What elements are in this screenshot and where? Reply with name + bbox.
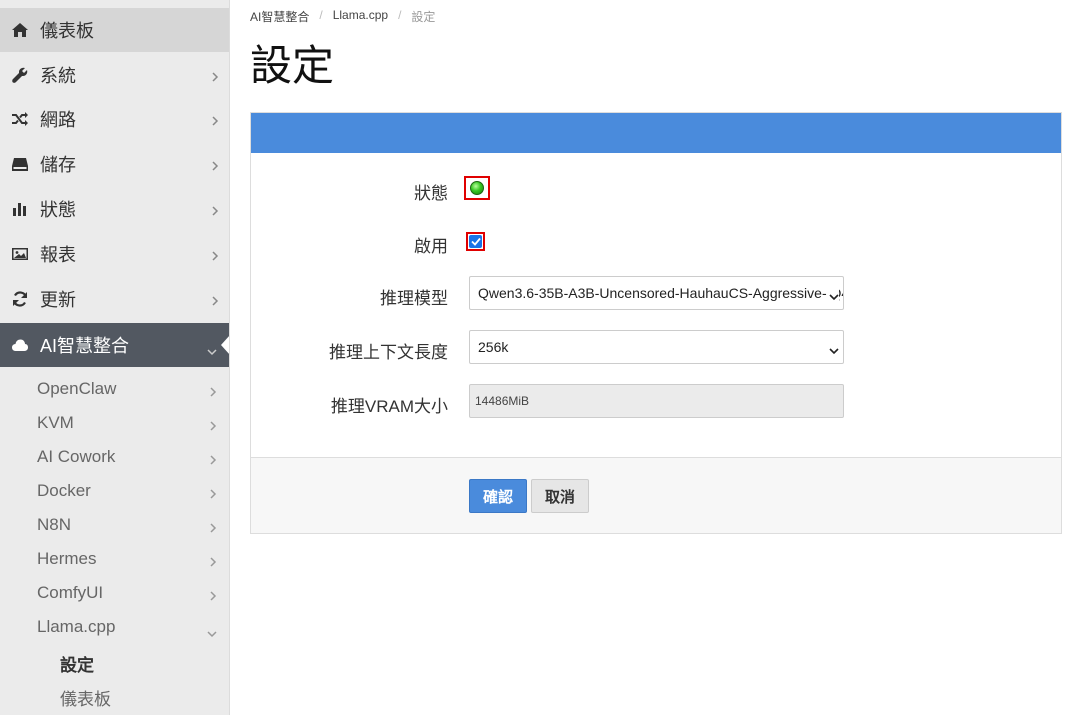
sidebar-subitem-ai-cowork[interactable]: AI Cowork: [37, 447, 227, 467]
sidebar-subitem-llama-settings[interactable]: 設定: [60, 651, 94, 676]
cancel-button[interactable]: 取消: [531, 479, 589, 513]
panel-header: [251, 113, 1061, 153]
sidebar-item-system[interactable]: 系統: [0, 53, 229, 97]
context-label: 推理上下文長度: [329, 343, 448, 362]
chevron-right-icon: [211, 246, 219, 267]
breadcrumb-link-ai[interactable]: AI智慧整合: [250, 8, 309, 25]
shuffle-icon: [10, 111, 30, 127]
sidebar-subitem-comfyui[interactable]: ComfyUI: [37, 583, 227, 603]
sidebar-subitem-hermes[interactable]: Hermes: [37, 549, 227, 569]
sidebar-subitem-openclaw[interactable]: OpenClaw: [37, 379, 227, 399]
enable-checkbox[interactable]: [466, 232, 485, 251]
model-select[interactable]: Qwen3.6-35B-A3B-Uncensored-HauhauCS-Aggr…: [469, 276, 844, 310]
checkmark-icon: [469, 235, 482, 248]
sidebar-subitem-n8n[interactable]: N8N: [37, 515, 227, 535]
status-label: 狀態: [414, 184, 448, 203]
breadcrumb-separator: /: [398, 8, 402, 22]
chevron-right-icon: [209, 553, 217, 573]
wrench-icon: [10, 66, 30, 84]
page-title: 設定: [250, 42, 335, 89]
sidebar-item-storage[interactable]: 儲存: [0, 142, 229, 186]
sidebar-item-label: 狀態: [40, 200, 76, 220]
chevron-right-icon: [209, 519, 217, 539]
bar-chart-icon: [10, 201, 30, 217]
sidebar-item-update[interactable]: 更新: [0, 277, 229, 321]
model-label: 推理模型: [380, 289, 448, 308]
chevron-down-icon: [827, 288, 839, 304]
sidebar: 儀表板 系統 網路 儲存 狀態 報表 更新 AI智慧整合 OpenClaw KV…: [0, 0, 230, 715]
settings-panel: [250, 112, 1062, 534]
sidebar-item-label: 儀表板: [40, 21, 94, 41]
status-led-icon: [470, 181, 484, 195]
vram-field: 14486MiB: [469, 384, 844, 418]
sidebar-item-label: AI智慧整合: [40, 336, 130, 356]
sidebar-subitem-kvm[interactable]: KVM: [37, 413, 227, 433]
chevron-right-icon: [211, 67, 219, 88]
home-icon: [10, 22, 30, 38]
breadcrumb-current: 設定: [411, 10, 436, 24]
refresh-icon: [10, 290, 30, 308]
chevron-down-icon: [827, 342, 839, 358]
sidebar-subitem-llama-cpp[interactable]: Llama.cpp: [37, 617, 227, 638]
cloud-icon: [10, 338, 30, 352]
breadcrumb-separator: /: [319, 8, 323, 22]
sidebar-item-label: 網路: [40, 110, 76, 130]
status-indicator: [464, 176, 490, 200]
chevron-right-icon: [211, 291, 219, 312]
sidebar-item-status[interactable]: 狀態: [0, 187, 229, 231]
panel-footer: [251, 457, 1061, 533]
sidebar-subitem-docker[interactable]: Docker: [37, 481, 227, 501]
sidebar-item-label: 報表: [40, 245, 76, 265]
vram-value: 14486MiB: [475, 394, 530, 408]
chevron-right-icon: [209, 485, 217, 505]
sidebar-item-ai[interactable]: AI智慧整合: [0, 323, 229, 367]
breadcrumb-link-llama[interactable]: Llama.cpp: [333, 8, 388, 25]
sidebar-item-reports[interactable]: 報表: [0, 232, 229, 276]
chevron-right-icon: [211, 111, 219, 132]
chevron-right-icon: [209, 451, 217, 471]
chevron-right-icon: [209, 417, 217, 437]
chevron-down-icon: [207, 623, 217, 643]
drive-icon: [10, 156, 30, 172]
context-select-value: 256k: [478, 339, 509, 355]
confirm-button[interactable]: 確認: [469, 479, 527, 513]
breadcrumb: AI智慧整合 / Llama.cpp / 設定: [250, 8, 435, 25]
chevron-right-icon: [211, 156, 219, 177]
image-icon: [10, 246, 30, 262]
model-select-value: Qwen3.6-35B-A3B-Uncensored-HauhauCS-Aggr…: [478, 285, 844, 301]
chevron-down-icon: [207, 340, 217, 361]
chevron-right-icon: [211, 201, 219, 222]
sidebar-item-label: 更新: [40, 290, 76, 310]
chevron-right-icon: [209, 587, 217, 607]
sidebar-item-label: 儲存: [40, 155, 76, 175]
chevron-right-icon: [209, 383, 217, 403]
sidebar-item-label: 系統: [40, 66, 76, 86]
vram-label: 推理VRAM大小: [330, 397, 448, 416]
context-select[interactable]: 256k: [469, 330, 844, 364]
enable-label: 啟用: [414, 237, 448, 256]
sidebar-item-network[interactable]: 網路: [0, 97, 229, 141]
sidebar-subitem-llama-dashboard[interactable]: 儀表板: [60, 685, 111, 710]
sidebar-item-dashboard[interactable]: 儀表板: [0, 8, 229, 52]
